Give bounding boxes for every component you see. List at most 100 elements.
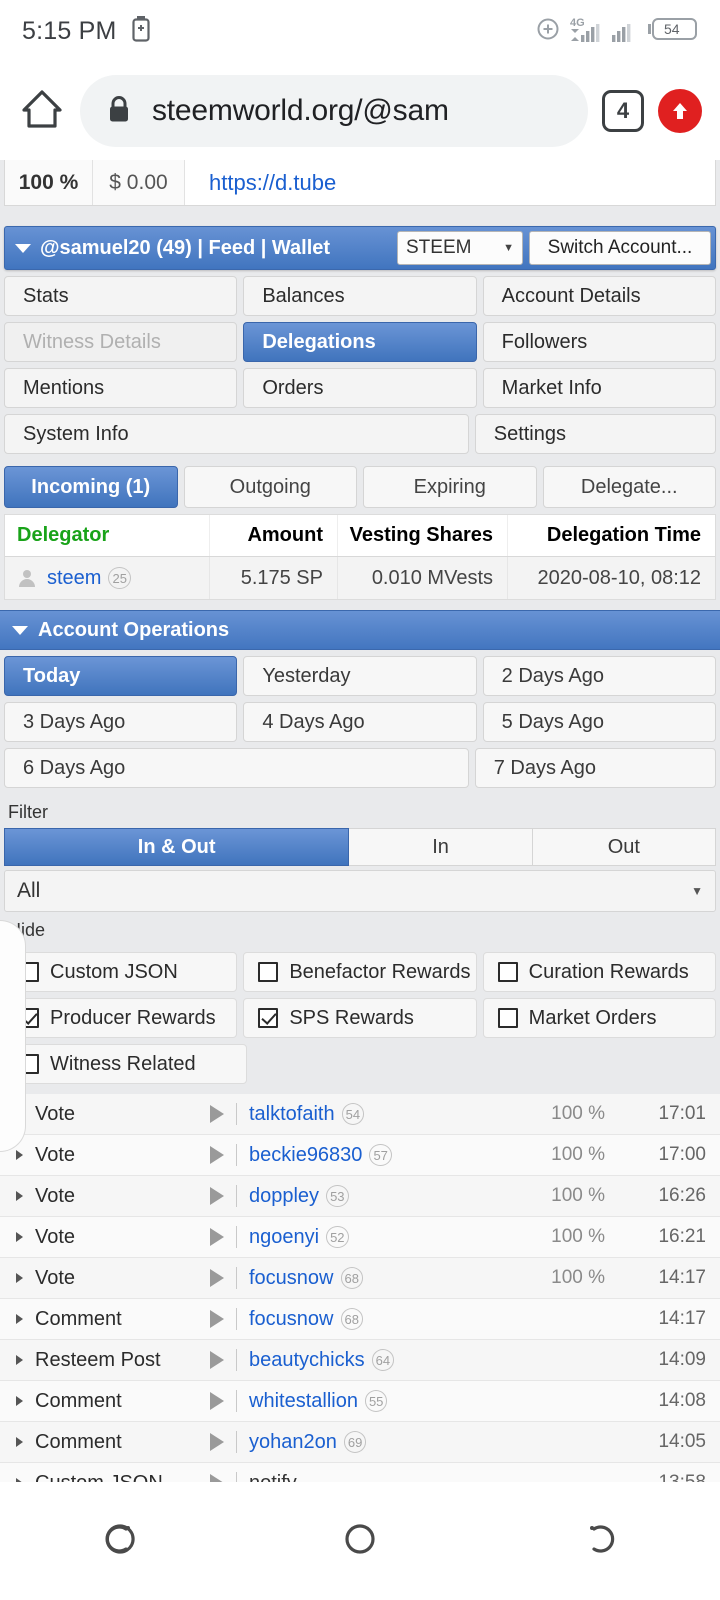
- tab-counter-icon[interactable]: 4: [602, 90, 644, 132]
- tab-settings[interactable]: Settings: [474, 414, 716, 454]
- divider: [236, 1103, 237, 1125]
- upload-icon[interactable]: [658, 89, 702, 133]
- day-today[interactable]: Today: [4, 656, 238, 696]
- operation-row[interactable]: Custom JSON notify 13:58: [0, 1463, 720, 1482]
- hide-market-orders[interactable]: Market Orders: [482, 998, 716, 1038]
- operation-row[interactable]: Comment focusnow 68 14:17: [0, 1299, 720, 1340]
- hide-producer-rewards[interactable]: Producer Rewards: [4, 998, 238, 1038]
- expand-caret-icon[interactable]: [16, 1150, 23, 1160]
- username-text: beautychicks: [249, 1348, 365, 1371]
- operation-type-select[interactable]: All ▼: [4, 870, 716, 912]
- header-amount[interactable]: Amount: [210, 515, 338, 556]
- operation-row[interactable]: Vote focusnow 68 100 % 14:17: [0, 1258, 720, 1299]
- status-bar-left: 5:15 PM: [22, 15, 151, 47]
- operation-user[interactable]: beckie96830 57: [249, 1144, 392, 1167]
- reputation-badge: 68: [340, 1267, 363, 1289]
- home-icon[interactable]: [18, 85, 66, 138]
- header-delegation-time[interactable]: Delegation Time: [508, 515, 715, 556]
- day-2-days-ago[interactable]: 2 Days Ago: [482, 656, 716, 696]
- tab-market-info[interactable]: Market Info: [482, 368, 716, 408]
- operation-user[interactable]: talktofaith 54: [249, 1103, 365, 1126]
- collapse-caret-icon[interactable]: [15, 243, 31, 253]
- expand-caret-icon[interactable]: [16, 1232, 23, 1242]
- delegator-username[interactable]: steem: [47, 567, 101, 590]
- header-vesting-shares[interactable]: Vesting Shares: [338, 515, 508, 556]
- operation-user[interactable]: focusnow 68: [249, 1308, 363, 1331]
- checkbox-checked-icon[interactable]: [258, 1008, 279, 1028]
- operation-row[interactable]: Resteem Post beautychicks 64 14:09: [0, 1340, 720, 1381]
- header-delegator[interactable]: Delegator: [5, 515, 210, 556]
- back-icon[interactable]: [576, 1515, 624, 1568]
- day-6-days-ago[interactable]: 6 Days Ago: [4, 748, 469, 788]
- reputation-badge: 64: [371, 1349, 395, 1371]
- subtab-incoming[interactable]: Incoming (1): [4, 466, 178, 508]
- hide-sps-rewards[interactable]: SPS Rewards: [243, 998, 477, 1038]
- divider: [236, 1431, 237, 1453]
- operation-percent: 100 %: [551, 1267, 605, 1288]
- hide-benefactor-rewards[interactable]: Benefactor Rewards: [243, 952, 477, 992]
- operation-row[interactable]: Vote ngoenyi 52 100 % 16:21: [0, 1217, 720, 1258]
- tab-balances[interactable]: Balances: [243, 276, 477, 316]
- day-3-days-ago[interactable]: 3 Days Ago: [4, 702, 238, 742]
- filter-out[interactable]: Out: [532, 828, 716, 866]
- address-bar[interactable]: steemworld.org/@sam: [80, 75, 588, 147]
- hide-custom-json[interactable]: Custom JSON: [4, 952, 238, 992]
- expand-caret-icon[interactable]: [16, 1109, 23, 1119]
- day-4-days-ago[interactable]: 4 Days Ago: [243, 702, 477, 742]
- divider: [236, 1226, 237, 1248]
- tab-orders[interactable]: Orders: [243, 368, 477, 408]
- checkbox-icon[interactable]: [19, 962, 39, 982]
- day-yesterday[interactable]: Yesterday: [243, 656, 477, 696]
- operation-user[interactable]: ngoenyi 52: [249, 1226, 349, 1249]
- account-name-label[interactable]: @samuel20 (49) | Feed | Wallet: [40, 237, 330, 260]
- recents-icon[interactable]: [96, 1515, 144, 1568]
- day-7-days-ago[interactable]: 7 Days Ago: [474, 748, 716, 788]
- tab-stats[interactable]: Stats: [4, 276, 238, 316]
- operation-user[interactable]: whitestallion 55: [249, 1390, 388, 1413]
- expand-caret-icon[interactable]: [16, 1437, 23, 1447]
- hide-witness-related[interactable]: Witness Related: [4, 1044, 247, 1084]
- checkbox-icon[interactable]: [19, 1054, 39, 1074]
- operation-row[interactable]: Vote beckie96830 57 100 % 17:00: [0, 1135, 720, 1176]
- operation-user[interactable]: beautychicks 64: [249, 1348, 395, 1372]
- checkbox-icon[interactable]: [258, 962, 279, 982]
- operation-row[interactable]: Vote doppley 53 100 % 16:26: [0, 1176, 720, 1217]
- day-5-days-ago[interactable]: 5 Days Ago: [482, 702, 716, 742]
- checkbox-checked-icon[interactable]: [19, 1008, 39, 1028]
- chain-select[interactable]: STEEM ▼: [397, 231, 523, 265]
- collapse-caret-icon[interactable]: [12, 625, 28, 635]
- hide-option-label: Producer Rewards: [50, 1006, 216, 1029]
- hide-option-label: Witness Related: [50, 1052, 196, 1075]
- subtab-expiring[interactable]: Expiring: [363, 466, 537, 508]
- filter-in-and-out[interactable]: In & Out: [4, 828, 350, 866]
- subtab-delegate[interactable]: Delegate...: [542, 466, 716, 508]
- expand-caret-icon[interactable]: [16, 1314, 23, 1324]
- switch-account-button[interactable]: Switch Account...: [529, 231, 711, 265]
- operation-user[interactable]: focusnow 68: [249, 1267, 363, 1290]
- tab-mentions[interactable]: Mentions: [4, 368, 238, 408]
- username-text: yohan2on: [249, 1430, 337, 1453]
- filter-in[interactable]: In: [349, 828, 533, 866]
- expand-caret-icon[interactable]: [16, 1355, 23, 1365]
- expand-caret-icon[interactable]: [16, 1191, 23, 1201]
- cell-amount: 5.175 SP: [210, 557, 338, 599]
- hide-curation-rewards[interactable]: Curation Rewards: [482, 952, 716, 992]
- tab-account-details[interactable]: Account Details: [482, 276, 716, 316]
- operation-user[interactable]: doppley 53: [249, 1185, 349, 1208]
- expand-caret-icon[interactable]: [16, 1273, 23, 1283]
- operation-row[interactable]: Comment whitestallion 55 14:08: [0, 1381, 720, 1422]
- operation-user[interactable]: yohan2on 69: [249, 1430, 367, 1454]
- post-link[interactable]: https://d.tube: [185, 169, 715, 196]
- tab-system-info[interactable]: System Info: [4, 414, 469, 454]
- home-circle-icon[interactable]: [336, 1515, 384, 1568]
- tab-followers[interactable]: Followers: [482, 322, 716, 362]
- account-operations-header[interactable]: Account Operations: [0, 610, 720, 650]
- checkbox-icon[interactable]: [497, 1008, 518, 1028]
- tab-delegations[interactable]: Delegations: [243, 322, 477, 362]
- webpage-viewport[interactable]: 100 % $ 0.00 https://d.tube @samuel20 (4…: [0, 160, 720, 1482]
- expand-caret-icon[interactable]: [16, 1396, 23, 1406]
- checkbox-icon[interactable]: [497, 962, 518, 982]
- subtab-outgoing[interactable]: Outgoing: [183, 466, 357, 508]
- operation-row[interactable]: Comment yohan2on 69 14:05: [0, 1422, 720, 1463]
- operation-row[interactable]: Vote talktofaith 54 100 % 17:01: [0, 1094, 720, 1135]
